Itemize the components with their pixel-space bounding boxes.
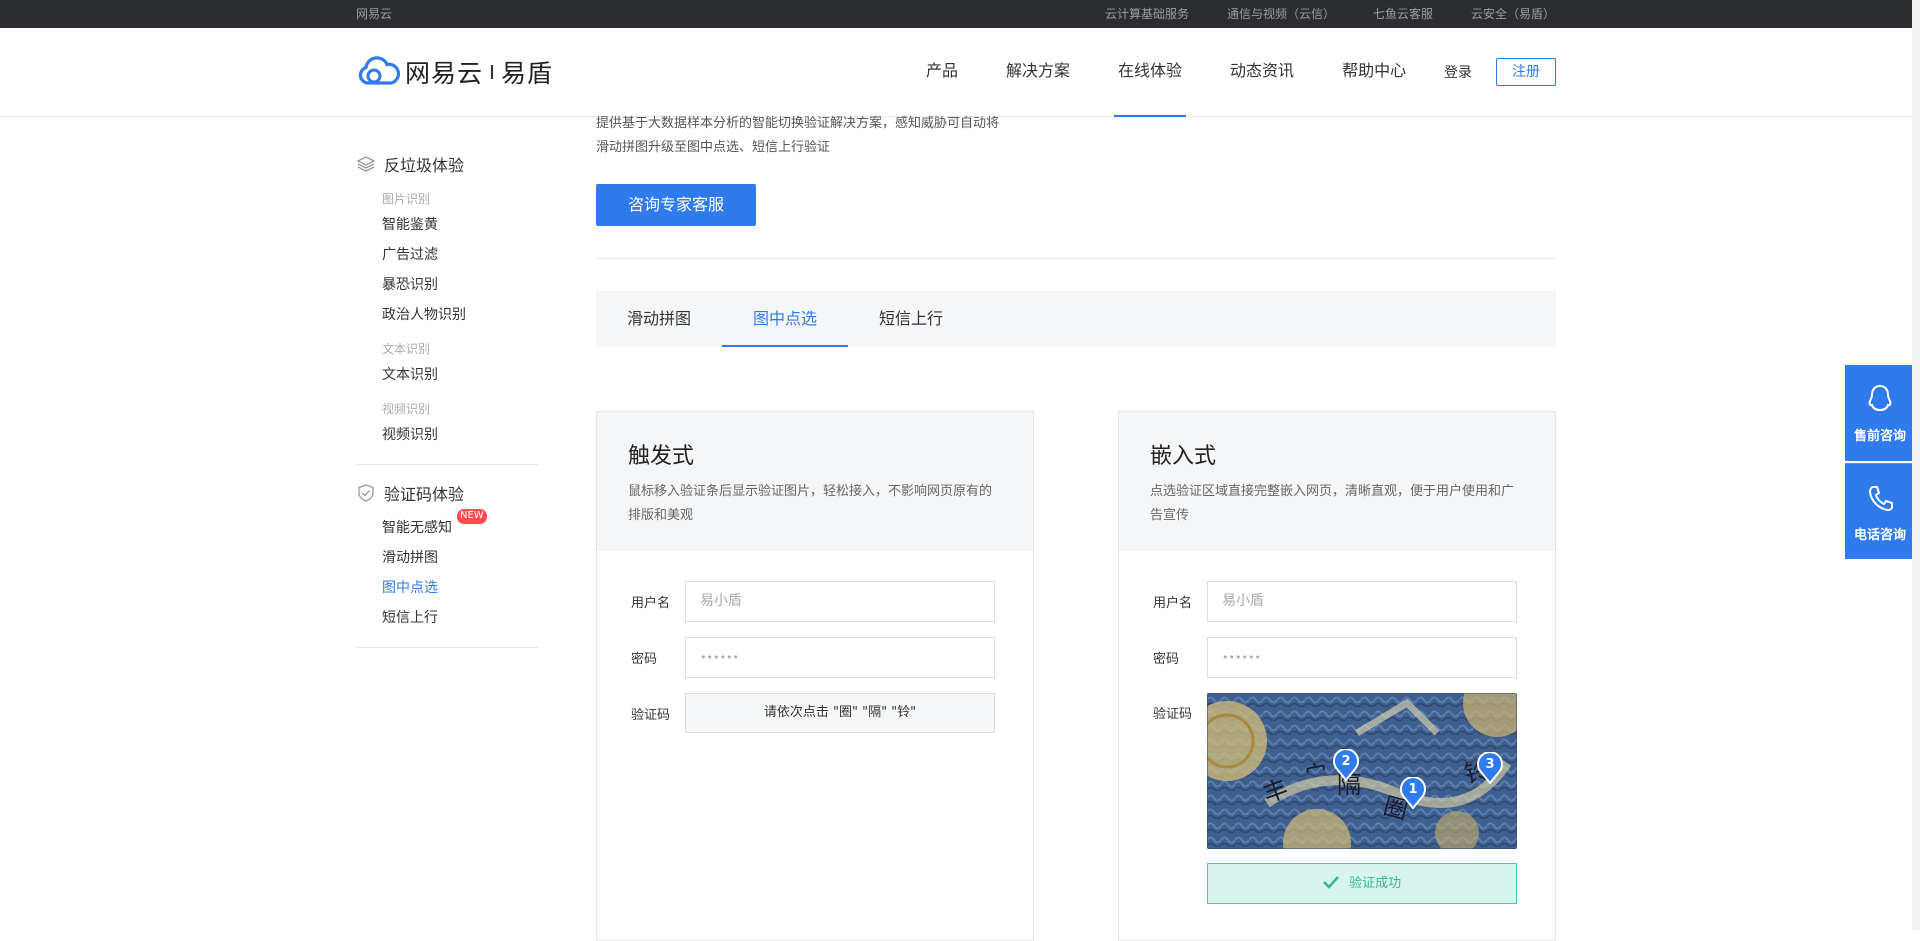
tab-click-select[interactable]: 图中点选	[722, 291, 848, 347]
qq-icon	[1868, 384, 1892, 412]
panel-embedded: 嵌入式 点选验证区域直接完整嵌入网页，清晰直观，便于用户使用和广告宣传 用户名 …	[1118, 411, 1556, 941]
sidebar-item-terror-detection[interactable]: 暴恐识别	[356, 270, 538, 300]
sidebar-group-header-text: 文本识别	[382, 342, 431, 356]
sidebar-item-label: 智能无感知	[382, 520, 452, 536]
password-label: 密码	[631, 652, 658, 667]
captcha-marker-3: 3	[1477, 751, 1503, 785]
logo-separator	[491, 65, 494, 79]
consult-expert-button[interactable]: 咨询专家客服	[596, 184, 756, 226]
tab-slide-puzzle[interactable]: 滑动拼图	[596, 291, 722, 347]
page-scrollbar[interactable]	[1912, 0, 1920, 930]
username-label: 用户名	[1153, 596, 1193, 611]
password-input[interactable]: ••••••	[685, 637, 995, 678]
captcha-artwork: 丰 宀 隔 圈 铃	[1207, 693, 1517, 849]
intro-line-2: 滑动拼图升级至图中点选、短信上行验证	[596, 140, 831, 155]
captcha-marker-number: 3	[1485, 757, 1495, 772]
captcha-image[interactable]: 丰 宀 隔 圈 铃 2 1 3	[1207, 693, 1517, 849]
phone-consult-button[interactable]: 电话咨询	[1845, 463, 1915, 559]
sidebar: 反垃圾体验 图片识别 智能鉴黄 广告过滤 暴恐识别 政治人物识别 文本识别 文本…	[356, 150, 538, 662]
captcha-row: 验证码 丰 宀 隔 圈 铃 2 1 3	[1153, 693, 1517, 849]
captcha-label: 验证码	[631, 707, 671, 723]
sidebar-item-sms-uplink[interactable]: 短信上行	[356, 603, 538, 633]
panel-header: 嵌入式 点选验证区域直接完整嵌入网页，清晰直观，便于用户使用和广告宣传	[1119, 412, 1555, 550]
panel-title: 触发式	[628, 444, 695, 469]
password-row: 密码 ••••••	[1153, 637, 1517, 678]
layers-icon	[356, 156, 376, 172]
sidebar-section-captcha[interactable]: 验证码体验	[356, 479, 538, 507]
panel-description: 鼠标移入验证条后显示验证图片，轻松接入，不影响网页原有的排版和美观	[628, 484, 993, 523]
cloud-logo-icon	[358, 56, 401, 85]
sidebar-item-click-select[interactable]: 图中点选	[356, 573, 538, 603]
new-badge: NEW	[457, 509, 487, 524]
captcha-marker-number: 2	[1341, 754, 1351, 769]
captcha-marker-2: 2	[1333, 748, 1359, 782]
sidebar-divider	[356, 464, 538, 465]
nav-online-experience[interactable]: 在线体验	[1100, 28, 1200, 117]
username-row: 用户名 易小盾	[1153, 581, 1517, 622]
captcha-type-tabs: 滑动拼图 图中点选 短信上行	[596, 291, 1556, 347]
nav-solutions[interactable]: 解决方案	[988, 28, 1088, 117]
sidebar-item-politician-detection[interactable]: 政治人物识别	[356, 300, 538, 330]
main-header: 网易云 易盾 产品 解决方案 在线体验 动态资讯 帮助中心 登录 注册	[0, 28, 1920, 117]
password-label: 密码	[1153, 652, 1180, 667]
logo-sub: 易盾	[501, 59, 554, 88]
sidebar-section-title: 反垃圾体验	[384, 156, 465, 175]
username-row: 用户名 易小盾	[631, 581, 995, 622]
main-nav: 产品 解决方案 在线体验 动态资讯 帮助中心	[908, 28, 1436, 117]
username-input[interactable]: 易小盾	[1207, 581, 1517, 622]
logo[interactable]: 网易云 易盾	[355, 54, 553, 90]
top-bar: 网易云 云计算基础服务 通信与视频（云信） 七鱼云客服 云安全（易盾）	[0, 0, 1920, 28]
intro-line-1: 提供基于大数据样本分析的智能切换验证解决方案，感知威胁可自动将	[596, 116, 1000, 131]
sidebar-item-smart-invisible[interactable]: 智能无感知 NEW	[356, 509, 538, 543]
presale-consult-label: 售前咨询	[1853, 429, 1906, 444]
register-button[interactable]: 注册	[1496, 58, 1556, 86]
sidebar-item-porn-detection[interactable]: 智能鉴黄	[356, 210, 538, 240]
nav-products[interactable]: 产品	[908, 28, 976, 117]
tab-sms-uplink[interactable]: 短信上行	[848, 291, 974, 347]
username-label: 用户名	[631, 596, 671, 611]
nav-news[interactable]: 动态资讯	[1212, 28, 1312, 117]
shield-check-icon	[358, 484, 374, 502]
content-divider	[596, 258, 1556, 259]
sidebar-item-video-detection[interactable]: 视频识别	[356, 420, 538, 450]
sidebar-section-antispam[interactable]: 反垃圾体验	[356, 150, 538, 178]
username-input[interactable]: 易小盾	[685, 581, 995, 622]
check-icon	[1323, 876, 1339, 889]
login-link[interactable]: 登录	[1444, 62, 1472, 82]
phone-icon	[1868, 486, 1893, 512]
captcha-trigger-bar[interactable]: 请依次点击 "圈" "隔" "铃"	[685, 693, 995, 733]
topbar-link-security[interactable]: 云安全（易盾）	[1471, 0, 1555, 28]
panel-description: 点选验证区域直接完整嵌入网页，清晰直观，便于用户使用和广告宣传	[1150, 484, 1515, 523]
captcha-marker-number: 1	[1408, 782, 1418, 797]
topbar-link-communication[interactable]: 通信与视频（云信）	[1227, 0, 1335, 28]
verify-success-text: 验证成功	[1349, 876, 1402, 891]
sidebar-section-title: 验证码体验	[384, 485, 465, 504]
sidebar-item-ad-filter[interactable]: 广告过滤	[356, 240, 538, 270]
sidebar-item-slide-puzzle[interactable]: 滑动拼图	[356, 543, 538, 573]
panel-trigger: 触发式 鼠标移入验证条后显示验证图片，轻松接入，不影响网页原有的排版和美观 用户…	[596, 411, 1034, 941]
sidebar-group-header-image: 图片识别	[382, 192, 431, 206]
sidebar-group-header-video: 视频识别	[382, 402, 431, 416]
nav-help-center[interactable]: 帮助中心	[1324, 28, 1424, 117]
topbar-link-compute[interactable]: 云计算基础服务	[1105, 0, 1189, 28]
phone-consult-label: 电话咨询	[1853, 528, 1906, 543]
password-input[interactable]: ••••••	[1207, 637, 1517, 678]
panel-title: 嵌入式	[1150, 444, 1217, 469]
topbar-link-qiyu[interactable]: 七鱼云客服	[1373, 0, 1433, 28]
panel-header: 触发式 鼠标移入验证条后显示验证图片，轻松接入，不影响网页原有的排版和美观	[597, 412, 1033, 550]
captcha-row: 验证码 请依次点击 "圈" "隔" "铃"	[631, 693, 995, 733]
captcha-marker-1: 1	[1400, 776, 1426, 810]
topbar-brand-link[interactable]: 网易云	[356, 0, 392, 28]
captcha-label: 验证码	[1153, 707, 1193, 722]
password-row: 密码 ••••••	[631, 637, 995, 678]
logo-name: 网易云	[405, 59, 484, 88]
intro-text: 提供基于大数据样本分析的智能切换验证解决方案，感知威胁可自动将 滑动拼图升级至图…	[596, 112, 1066, 160]
sidebar-item-text-detection[interactable]: 文本识别	[356, 360, 538, 390]
verify-success-bar: 验证成功	[1207, 863, 1517, 904]
presale-consult-button[interactable]: 售前咨询	[1845, 365, 1915, 461]
topbar-links: 云计算基础服务 通信与视频（云信） 七鱼云客服 云安全（易盾）	[1105, 0, 1555, 28]
svg-text:宀: 宀	[1304, 760, 1330, 788]
sidebar-divider	[356, 647, 538, 648]
